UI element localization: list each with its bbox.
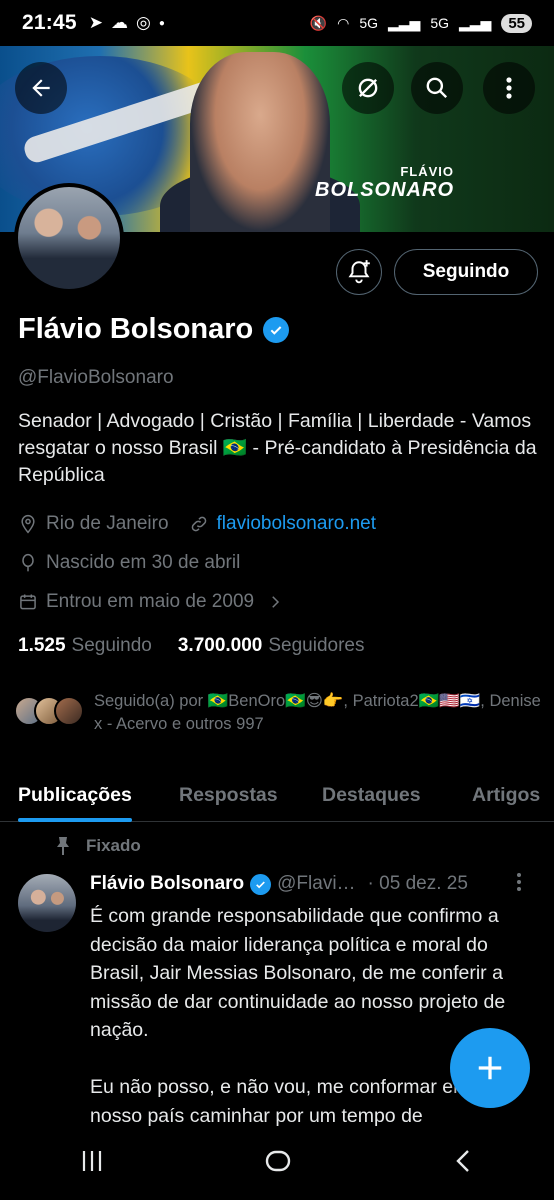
back-nav-button[interactable]: [450, 1147, 476, 1183]
battery-indicator: 55: [501, 13, 532, 33]
following-label: Seguindo: [71, 635, 152, 656]
followed-by-text: Seguido(a) por 🇧🇷BenOro🇧🇷😎👉, Patriota2🇧🇷…: [94, 692, 541, 733]
home-button[interactable]: [263, 1146, 293, 1184]
whatsapp-icon: ◎: [135, 13, 151, 32]
wifi-icon: ◠: [337, 14, 350, 31]
banner-person: [190, 52, 330, 232]
mute-icon: 🔇: [309, 14, 328, 31]
network-5g-label-2: 5G: [430, 15, 449, 31]
network-5g-label: 5G: [359, 15, 378, 31]
back-arrow-icon: [32, 79, 50, 97]
follower-avatar-3: [54, 696, 84, 726]
recent-apps-button[interactable]: [78, 1147, 106, 1183]
grok-icon: [358, 78, 378, 98]
followers-stat[interactable]: 3.700.000 Seguidores: [178, 635, 365, 657]
profile-name: Flávio Bolsonaro: [18, 313, 254, 345]
profile-meta-joined-row[interactable]: Entrou em maio de 2009: [18, 591, 284, 613]
grok-button[interactable]: [342, 62, 394, 114]
profile-location: Rio de Janeiro: [46, 513, 169, 534]
profile-name-row: Flávio Bolsonaro: [18, 313, 290, 346]
signal-icon-2: ▂▃▅: [459, 14, 492, 31]
location-icon: [21, 514, 35, 534]
profile-meta-location-row: Rio de Janeiro flaviobolsonaro.net: [18, 513, 376, 535]
status-bar: 21:45 ➤ ☁ ◎ ● 🔇 ◠ 5G ▂▃▅ 5G ▂▃▅ 55: [0, 0, 554, 46]
compose-button[interactable]: [450, 1028, 530, 1108]
pinned-label: Fixado: [86, 836, 141, 855]
more-vertical-icon: [506, 77, 512, 99]
following-count: 1.525: [18, 635, 66, 656]
followed-by-row[interactable]: Seguido(a) por 🇧🇷BenOro🇧🇷😎👉, Patriota2🇧🇷…: [14, 690, 544, 736]
chevron-left-icon: [455, 1150, 469, 1172]
profile-meta-birthday-row: Nascido em 30 de abril: [18, 552, 240, 574]
search-button[interactable]: [411, 62, 463, 114]
tab-artigos[interactable]: Artigos: [472, 768, 540, 822]
pin-icon: [57, 837, 69, 855]
profile-website-link[interactable]: flaviobolsonaro.net: [217, 513, 377, 535]
system-nav-bar: [0, 1130, 554, 1200]
profile-avatar[interactable]: [14, 183, 124, 293]
cloud-icon: ☁: [110, 13, 128, 32]
post-verified-badge-icon: [250, 873, 272, 895]
brand-line-1: FLÁVIO: [400, 164, 454, 179]
back-button[interactable]: [15, 62, 67, 114]
home-circle-icon: [265, 1150, 291, 1172]
post-author-name[interactable]: Flávio Bolsonaro: [90, 873, 244, 895]
following-stat[interactable]: 1.525 Seguindo: [18, 635, 152, 657]
profile-handle: @FlavioBolsonaro: [18, 367, 174, 388]
pinned-indicator: Fixado: [54, 836, 141, 856]
tab-destaques[interactable]: Destaques: [322, 768, 421, 822]
followed-by-avatars: [14, 696, 84, 736]
following-button[interactable]: Seguindo: [394, 249, 538, 295]
post-author-avatar[interactable]: [18, 874, 76, 932]
signal-icon: ▂▃▅: [388, 14, 421, 31]
post-more-button[interactable]: [512, 872, 526, 898]
profile-birthday: Nascido em 30 de abril: [46, 552, 241, 573]
tab-publicacoes[interactable]: Publicações: [18, 768, 132, 822]
followers-count: 3.700.000: [177, 635, 263, 656]
post-date: · 05 dez. 25: [367, 873, 468, 894]
chevron-right-icon: [272, 596, 280, 608]
plus-icon: [478, 1056, 502, 1080]
verified-badge-icon[interactable]: [263, 316, 290, 343]
tab-respostas[interactable]: Respostas: [179, 768, 278, 822]
recent-apps-icon: [83, 1151, 102, 1171]
balloon-icon: [22, 553, 34, 572]
search-icon: [426, 77, 448, 99]
telegram-icon: ➤: [88, 13, 103, 32]
post-author-handle: @Flavi…: [277, 873, 356, 894]
calendar-icon: [20, 594, 36, 610]
more-options-button[interactable]: [483, 62, 535, 114]
link-icon: [191, 516, 206, 532]
profile-stats: 1.525 Seguindo 3.700.000 Seguidores: [18, 635, 365, 657]
profile-joined: Entrou em maio de 2009: [46, 591, 255, 612]
notifications-button[interactable]: [336, 249, 382, 295]
profile-bio: Senador | Advogado | Cristão | Família |…: [18, 410, 537, 486]
more-vertical-icon: [517, 873, 521, 891]
bell-plus-icon: [348, 260, 370, 284]
dot-icon: ●: [158, 17, 165, 29]
profile-tabs: Publicações Respostas Destaques Artigos: [0, 768, 554, 822]
post-header: Flávio Bolsonaro @Flavi… · 05 dez. 25: [90, 873, 468, 895]
followers-label: Seguidores: [268, 635, 365, 656]
banner-brand-logo: FLÁVIO BOLSONARO: [315, 164, 454, 202]
brand-line-2: BOLSONARO: [315, 179, 454, 201]
status-time: 21:45: [22, 11, 77, 34]
